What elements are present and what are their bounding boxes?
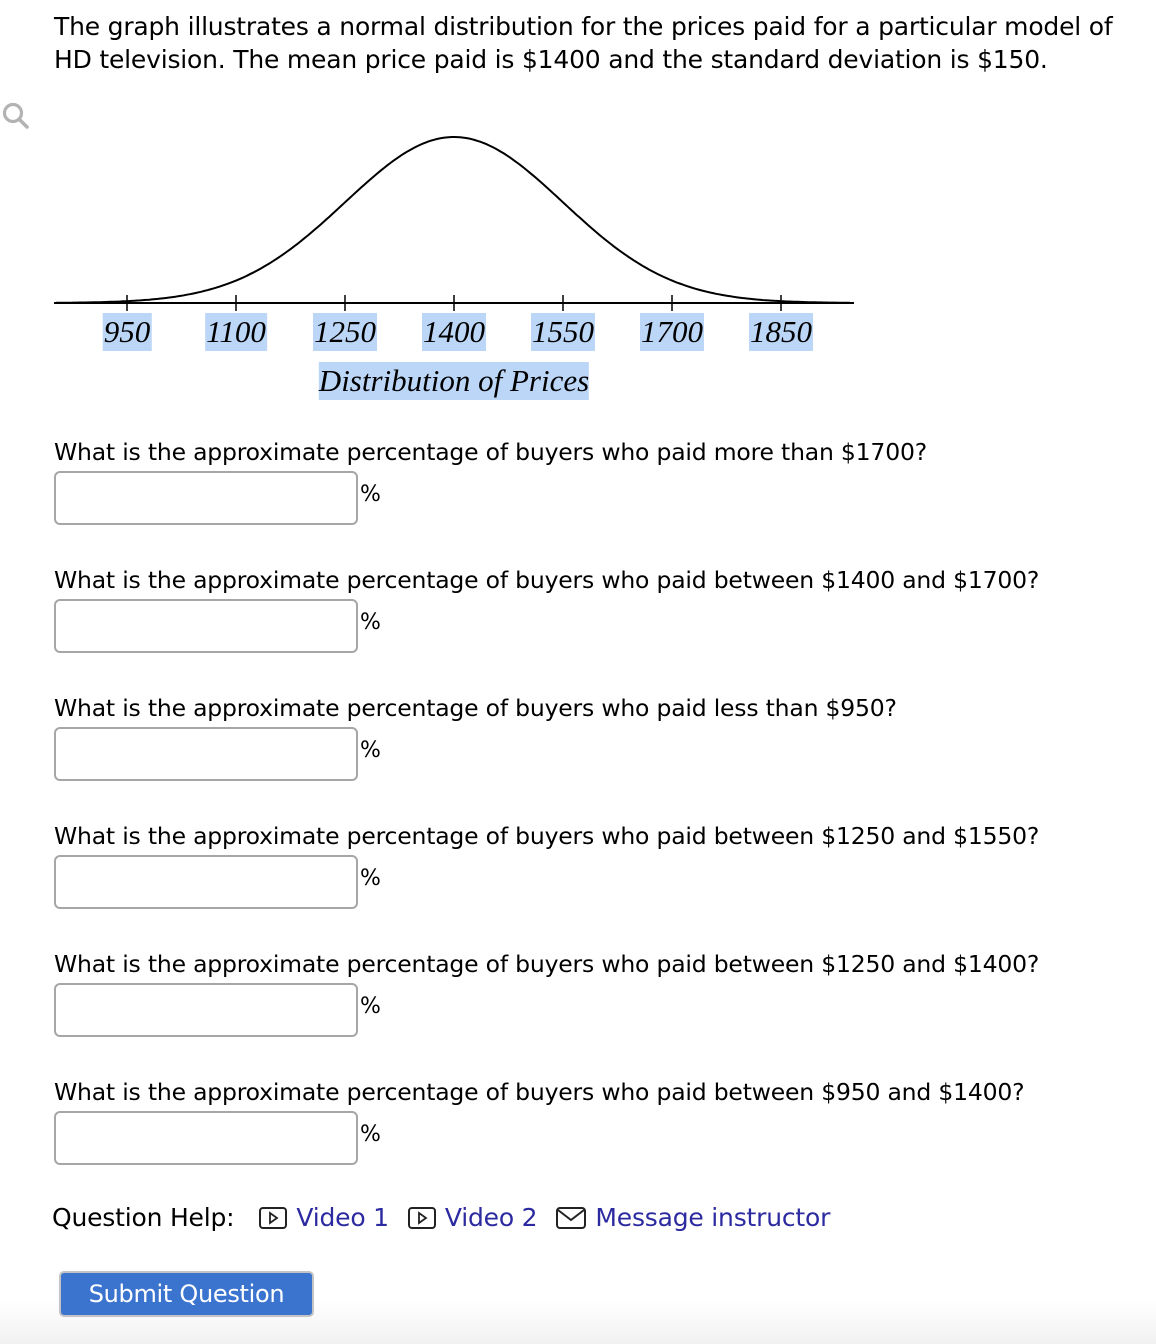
question-3: What is the approximate percentage of bu…: [54, 693, 1144, 781]
percent-unit: %: [360, 609, 381, 635]
question-2: What is the approximate percentage of bu…: [54, 565, 1144, 653]
percent-unit: %: [360, 993, 381, 1019]
question-text: What is the approximate percentage of bu…: [54, 822, 1040, 850]
message-instructor-link[interactable]: Message instructor: [555, 1200, 830, 1236]
answer-input-4[interactable]: [54, 855, 358, 909]
video-1-label: Video 1: [296, 1203, 389, 1232]
percent-unit: %: [360, 481, 381, 507]
answer-input-2[interactable]: [54, 599, 358, 653]
play-square-icon: [407, 1207, 436, 1229]
normal-curve: [56, 136, 850, 304]
normal-distribution-chart: 950 1100 1250 1400 1550 1700 1850 Distribution…: [0, 100, 900, 420]
video-2-link[interactable]: Video 2: [407, 1200, 538, 1236]
answer-input-1[interactable]: [54, 471, 358, 525]
x-axis-title: Distribution of Prices: [318, 362, 590, 400]
problem-statement: The graph illustrates a normal distribut…: [54, 12, 1113, 74]
envelope-icon: [556, 1207, 587, 1229]
x-tick-label: 1100: [205, 313, 267, 351]
x-tick-label: 1250: [313, 313, 377, 351]
question-text: What is the approximate percentage of bu…: [54, 1078, 1025, 1106]
submit-question-button[interactable]: Submit Question: [59, 1271, 314, 1317]
question-text: What is the approximate percentage of bu…: [54, 950, 1040, 978]
question-text: What is the approximate percentage of bu…: [54, 694, 897, 722]
video-1-link[interactable]: Video 1: [258, 1200, 389, 1236]
question-help: Question Help: Video 1 Video 2 Message i…: [52, 1200, 848, 1236]
answer-input-5[interactable]: [54, 983, 358, 1037]
question-5: What is the approximate percentage of bu…: [54, 949, 1144, 1037]
video-2-label: Video 2: [444, 1203, 538, 1232]
percent-unit: %: [360, 737, 381, 763]
percent-unit: %: [360, 1121, 381, 1147]
x-tick-label: 1400: [422, 313, 486, 351]
x-tick-label: 1850: [749, 313, 813, 351]
question-text: What is the approximate percentage of bu…: [54, 566, 1040, 594]
question-6: What is the approximate percentage of bu…: [54, 1077, 1144, 1165]
magnifier-icon[interactable]: [0, 100, 34, 134]
x-tick-label: 1700: [640, 313, 704, 351]
question-1: What is the approximate percentage of bu…: [54, 437, 1144, 525]
answer-input-3[interactable]: [54, 727, 358, 781]
percent-unit: %: [360, 865, 381, 891]
play-square-icon: [259, 1207, 288, 1229]
question-4: What is the approximate percentage of bu…: [54, 821, 1144, 909]
x-tick-label: 1550: [531, 313, 595, 351]
answer-input-6[interactable]: [54, 1111, 358, 1165]
x-tick-label: 950: [102, 313, 152, 351]
question-help-label: Question Help:: [52, 1203, 235, 1232]
message-instructor-label: Message instructor: [595, 1203, 831, 1232]
question-text: What is the approximate percentage of bu…: [54, 438, 927, 466]
